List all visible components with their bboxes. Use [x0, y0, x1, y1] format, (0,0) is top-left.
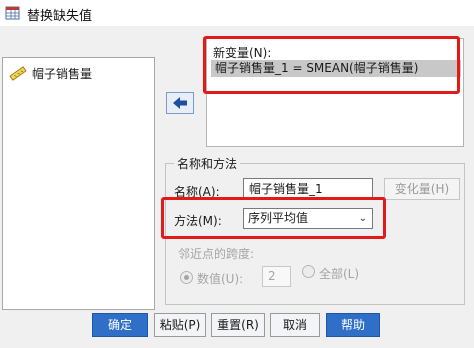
ruler-scale-icon [9, 66, 27, 81]
method-label: 方法(M): [174, 214, 222, 228]
reset-button[interactable]: 重置(R) [211, 313, 265, 337]
group-title: 名称和方法 [174, 155, 241, 172]
new-variable-entry[interactable]: 帽子销售量_1 = SMEAN(帽子销售量) [211, 60, 461, 77]
method-select[interactable]: 序列平均值 ⌄ [243, 208, 373, 229]
all-radio[interactable] [302, 265, 315, 278]
span-value-input[interactable]: 2 [262, 266, 291, 287]
cancel-button[interactable]: 取消 [270, 313, 320, 337]
change-button[interactable]: 变化量(H) [384, 178, 460, 200]
span-label: 邻近点的跨度: [178, 247, 255, 261]
paste-button[interactable]: 粘贴(P) [154, 313, 206, 337]
help-button[interactable]: 帮助 [326, 313, 380, 337]
numeric-radio-label: 数值(U): [197, 272, 244, 286]
arrow-left-icon [173, 97, 187, 109]
move-variable-button[interactable] [166, 92, 194, 114]
name-label: 名称(A): [174, 185, 220, 199]
replace-missing-values-dialog: 替换缺失值 帽子销售量 新变量(N): 帽子销售量_1 = SMEAN(帽子销售… [0, 0, 474, 348]
new-variable-label: 新变量(N): [213, 46, 272, 60]
all-radio-label: 全部(L) [319, 267, 360, 281]
window-title: 替换缺失值 [27, 9, 93, 24]
title-bar: 替换缺失值 [0, 0, 474, 26]
numeric-radio[interactable] [180, 271, 193, 284]
method-select-value: 序列平均值 [248, 211, 309, 225]
source-variable-list[interactable]: 帽子销售量 [2, 57, 155, 310]
name-input[interactable]: 帽子销售量_1 [243, 178, 373, 200]
spss-dataset-icon [5, 6, 20, 20]
ok-button[interactable]: 确定 [92, 313, 148, 337]
new-variable-panel: 新变量(N): 帽子销售量_1 = SMEAN(帽子销售量) [206, 38, 464, 147]
variable-item-hat-sales[interactable]: 帽子销售量 [9, 64, 92, 82]
variable-item-label: 帽子销售量 [32, 66, 93, 81]
chevron-down-icon: ⌄ [358, 213, 367, 224]
